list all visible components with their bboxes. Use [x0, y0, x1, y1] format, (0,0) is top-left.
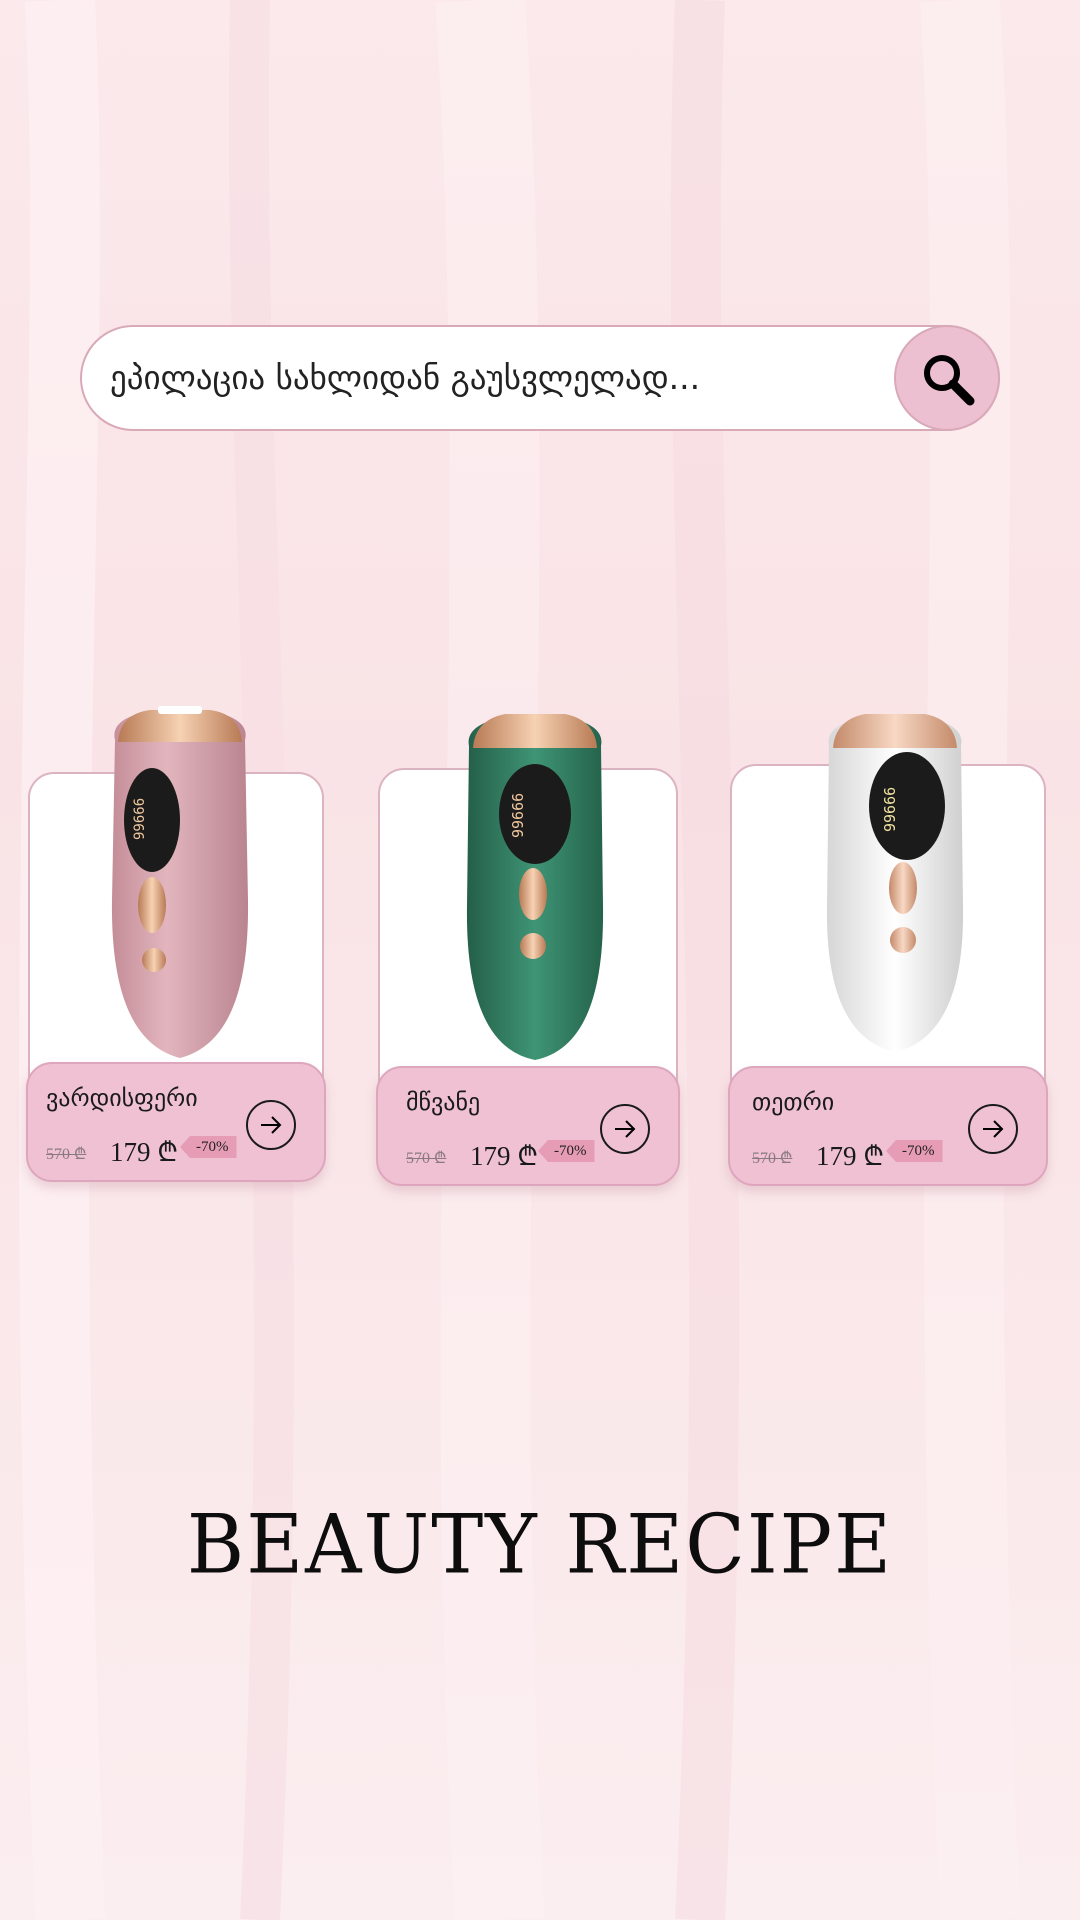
search-icon — [924, 355, 975, 406]
product-name: ვარდისფერი — [46, 1084, 198, 1112]
search-bar[interactable]: ეპილაცია სახლიდან გაუსვლელად... — [80, 325, 1000, 431]
price: 179 ₾ — [816, 1141, 885, 1171]
epilator-device-green: 99666 — [466, 714, 604, 1060]
svg-text:99666: 99666 — [132, 798, 148, 840]
product-name: მწვანე — [406, 1088, 481, 1116]
discount-badge: -70% — [886, 1140, 943, 1162]
old-price: 570 ₾ — [752, 1150, 793, 1167]
arrow-button[interactable] — [600, 1104, 650, 1154]
arrow-right-icon — [615, 1120, 636, 1138]
arrow-right-icon — [983, 1120, 1004, 1138]
svg-text:99666: 99666 — [881, 787, 899, 832]
card-footer: თეთრი 570 ₾ 179 ₾ -70% — [728, 1066, 1048, 1186]
epilator-device-pink: 99666 — [111, 706, 249, 1058]
search-input[interactable]: ეპილაცია სახლიდან გაუსვლელად... — [110, 327, 700, 429]
card-footer: ვარდისფერი 570 ₾ 179 ₾ -70% — [26, 1062, 326, 1182]
arrow-right-icon — [261, 1116, 282, 1134]
old-price: 570 ₾ — [46, 1146, 87, 1163]
card-footer: მწვანე 570 ₾ 179 ₾ -70% — [376, 1066, 680, 1186]
search-button[interactable] — [894, 325, 1000, 431]
product-name: თეთრი — [752, 1088, 835, 1116]
old-price: 570 ₾ — [406, 1150, 447, 1167]
arrow-button[interactable] — [968, 1104, 1018, 1154]
price: 179 ₾ — [110, 1137, 179, 1167]
brand-title: BEAUTY RECIPE — [186, 1497, 894, 1593]
discount-badge: -70% — [538, 1140, 595, 1162]
discount-badge: -70% — [180, 1136, 237, 1158]
price: 179 ₾ — [470, 1141, 539, 1171]
epilator-device-white: 99666 — [826, 714, 964, 1052]
arrow-button[interactable] — [246, 1100, 296, 1150]
svg-text:99666: 99666 — [509, 793, 527, 838]
